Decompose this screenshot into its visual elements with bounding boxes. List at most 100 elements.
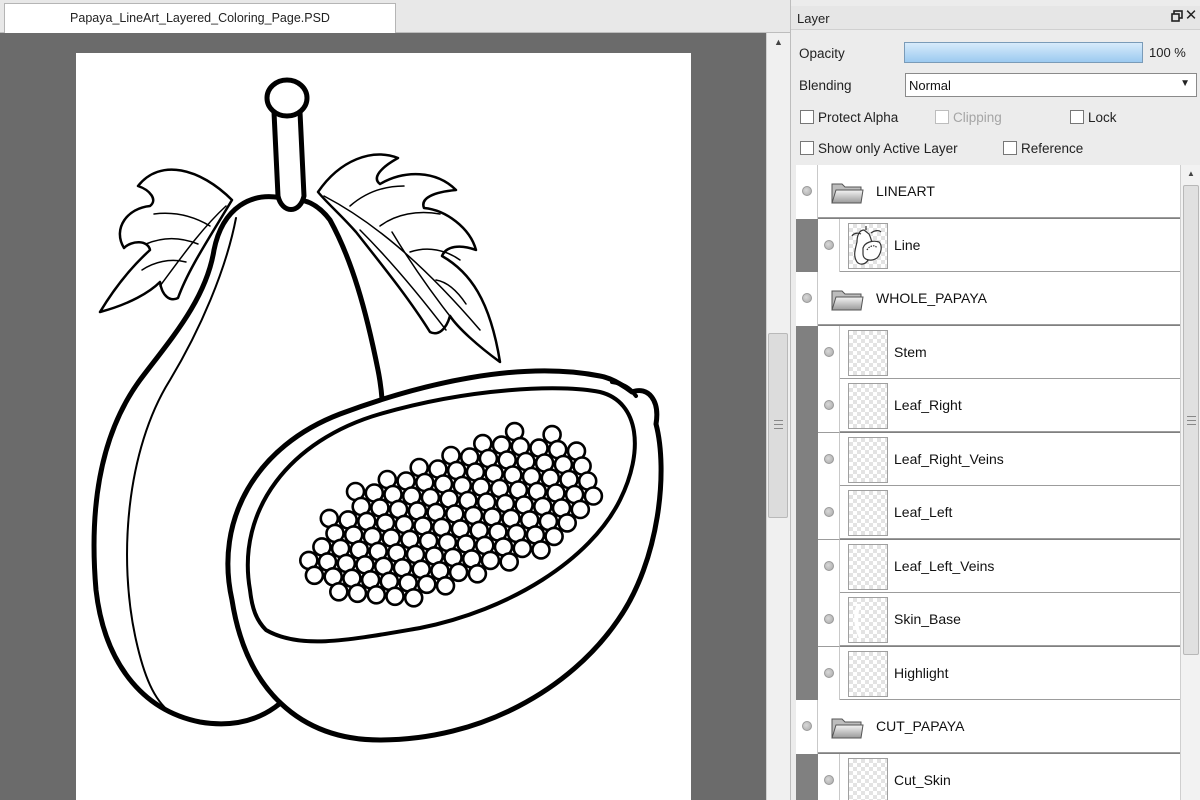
- seed: [328, 581, 349, 602]
- layer-thumbnail: [848, 437, 888, 483]
- layer-name: Leaf_Right: [894, 397, 962, 413]
- layer-row[interactable]: Line: [796, 219, 1180, 273]
- layer-list[interactable]: LINEART Line WHOLE_PAPAYA Stem Leaf_Right Lea…: [796, 165, 1180, 800]
- layer-row[interactable]: Highlight: [796, 647, 1180, 701]
- folder-icon: [831, 718, 864, 739]
- layer-folder-row[interactable]: CUT_PAPAYA: [796, 700, 1180, 754]
- layer-name: Highlight: [894, 665, 949, 681]
- seed: [403, 587, 424, 608]
- layer-row[interactable]: Cut_Skin: [796, 754, 1180, 800]
- layer-row-body[interactable]: WHOLE_PAPAYA: [818, 272, 1180, 325]
- close-panel-icon[interactable]: ✕: [1184, 8, 1198, 24]
- seed: [347, 583, 368, 604]
- visibility-toggle[interactable]: [818, 754, 840, 800]
- document-tab[interactable]: Papaya_LineArt_Layered_Coloring_Page.PSD: [4, 3, 396, 33]
- float-panel-icon[interactable]: [1171, 10, 1183, 22]
- layer-folder-row[interactable]: LINEART: [796, 165, 1180, 219]
- layer-row-body[interactable]: Skin_Base: [840, 593, 1180, 646]
- layer-thumbnail: [848, 330, 888, 376]
- layer-row[interactable]: Skin_Base: [796, 593, 1180, 647]
- layer-folder-row[interactable]: WHOLE_PAPAYA: [796, 272, 1180, 326]
- layer-row-body[interactable]: Stem: [840, 326, 1180, 379]
- protect-alpha-label: Protect Alpha: [818, 110, 899, 125]
- layer-row[interactable]: Leaf_Left_Veins: [796, 540, 1180, 594]
- visibility-toggle[interactable]: [818, 379, 840, 433]
- clipping-checkbox[interactable]: [935, 110, 949, 124]
- stem: [271, 109, 307, 212]
- seed: [480, 550, 501, 571]
- layer-row[interactable]: Leaf_Left: [796, 486, 1180, 540]
- seed: [448, 562, 469, 583]
- layer-row-body[interactable]: Cut_Skin: [840, 754, 1180, 800]
- visibility-toggle[interactable]: [796, 272, 818, 326]
- visibility-toggle[interactable]: [818, 540, 840, 594]
- blending-mode-select[interactable]: Normal ▼: [905, 73, 1197, 97]
- visibility-toggle[interactable]: [818, 647, 840, 701]
- layer-row-body[interactable]: Leaf_Right: [840, 379, 1180, 432]
- layer-row-body[interactable]: Highlight: [840, 647, 1180, 700]
- canvas-scroll-thumb[interactable]: [768, 333, 788, 518]
- scroll-up-icon[interactable]: ▲: [1181, 165, 1200, 183]
- layer-list-scroll-thumb[interactable]: [1183, 185, 1199, 655]
- layer-thumbnail: [848, 383, 888, 429]
- clipping-label: Clipping: [953, 110, 1002, 125]
- visibility-dot-icon[interactable]: [824, 775, 834, 785]
- visibility-toggle[interactable]: [818, 219, 840, 273]
- layer-name: Leaf_Right_Veins: [894, 451, 1004, 467]
- layer-thumbnail: [848, 597, 888, 643]
- visibility-dot-icon[interactable]: [824, 400, 834, 410]
- blending-mode-value: Normal: [909, 78, 951, 93]
- canvas-vertical-scrollbar[interactable]: ▲: [766, 33, 790, 800]
- canvas-page[interactable]: [76, 53, 691, 800]
- layer-row-body[interactable]: Line: [840, 219, 1180, 272]
- seed: [304, 565, 325, 586]
- visibility-dot-icon[interactable]: [824, 668, 834, 678]
- layer-thumbnail: [848, 223, 888, 269]
- show-only-active-checkbox[interactable]: [800, 141, 814, 155]
- layer-list-scrollbar[interactable]: ▲: [1180, 165, 1200, 800]
- opacity-label: Opacity: [799, 46, 845, 61]
- layer-row[interactable]: Leaf_Right: [796, 379, 1180, 433]
- visibility-dot-icon[interactable]: [802, 721, 812, 731]
- layer-row-body[interactable]: Leaf_Left_Veins: [840, 540, 1180, 593]
- document-tab-bar: Papaya_LineArt_Layered_Coloring_Page.PSD: [0, 0, 790, 33]
- layer-name: Line: [894, 237, 921, 253]
- layer-name: Skin_Base: [894, 611, 961, 627]
- layer-row[interactable]: Leaf_Right_Veins: [796, 433, 1180, 487]
- layer-row[interactable]: Stem: [796, 326, 1180, 380]
- visibility-toggle[interactable]: [818, 486, 840, 540]
- visibility-dot-icon[interactable]: [824, 507, 834, 517]
- seed: [512, 538, 533, 559]
- visibility-dot-icon[interactable]: [824, 454, 834, 464]
- protect-alpha-checkbox[interactable]: [800, 110, 814, 124]
- layer-row-body[interactable]: LINEART: [818, 165, 1180, 218]
- seed: [557, 513, 578, 533]
- visibility-toggle[interactable]: [818, 433, 840, 487]
- lock-label: Lock: [1088, 110, 1117, 125]
- layer-name: Leaf_Left_Veins: [894, 558, 995, 574]
- reference-label: Reference: [1021, 141, 1084, 156]
- layer-row-body[interactable]: CUT_PAPAYA: [818, 700, 1180, 753]
- visibility-dot-icon[interactable]: [824, 347, 834, 357]
- seed: [467, 563, 488, 584]
- visibility-dot-icon[interactable]: [802, 293, 812, 303]
- visibility-toggle[interactable]: [796, 700, 818, 754]
- visibility-toggle[interactable]: [796, 165, 818, 219]
- layer-name: LINEART: [876, 183, 935, 199]
- visibility-toggle[interactable]: [818, 593, 840, 647]
- scroll-up-icon[interactable]: ▲: [767, 33, 790, 51]
- visibility-dot-icon[interactable]: [802, 186, 812, 196]
- visibility-dot-icon[interactable]: [824, 240, 834, 250]
- visibility-dot-icon[interactable]: [824, 614, 834, 624]
- canvas-viewport[interactable]: [0, 33, 766, 800]
- lock-checkbox[interactable]: [1070, 110, 1084, 124]
- visibility-dot-icon[interactable]: [824, 561, 834, 571]
- seed: [570, 499, 591, 520]
- layer-row-body[interactable]: Leaf_Right_Veins: [840, 433, 1180, 486]
- visibility-toggle[interactable]: [818, 326, 840, 380]
- layer-row-body[interactable]: Leaf_Left: [840, 486, 1180, 539]
- blending-label: Blending: [799, 78, 852, 93]
- opacity-slider[interactable]: [904, 42, 1143, 63]
- seed: [435, 575, 456, 596]
- reference-checkbox[interactable]: [1003, 141, 1017, 155]
